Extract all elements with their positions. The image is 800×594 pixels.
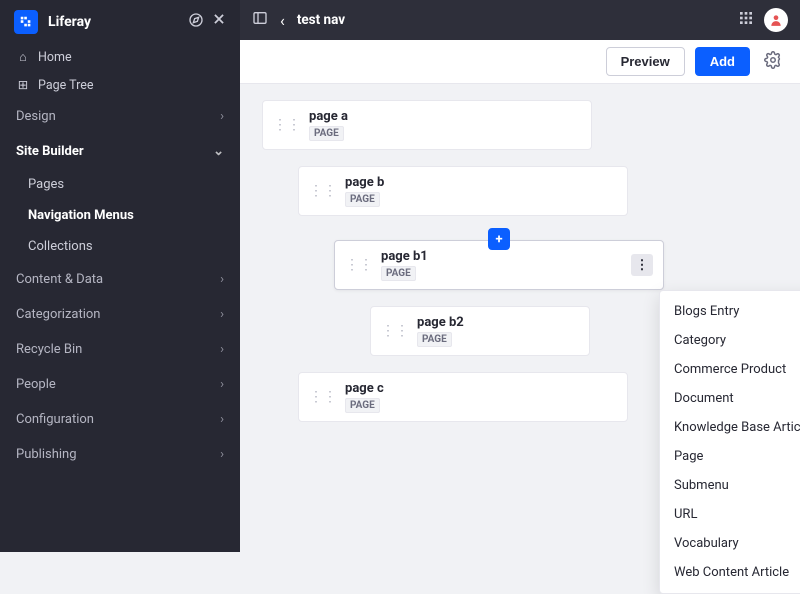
type-option-web-content-article[interactable]: Web Content Article <box>660 558 800 587</box>
section-label: Design <box>16 109 56 124</box>
node-title: page b <box>345 175 617 190</box>
sidebar-item-label: Page Tree <box>38 78 94 93</box>
sidebar-item-navigation-menus[interactable]: Navigation Menus <box>0 200 240 231</box>
section-label: Content & Data <box>16 272 103 287</box>
sidebar-item-label: Navigation Menus <box>28 208 134 223</box>
add-child-type-menu: Blogs Entry Category Commerce Product Do… <box>659 290 800 594</box>
type-option-vocabulary[interactable]: Vocabulary <box>660 529 800 558</box>
drag-handle-icon[interactable]: ⋮⋮ <box>309 184 337 198</box>
close-icon[interactable] <box>212 12 226 32</box>
brand: Liferay <box>0 0 240 44</box>
chevron-down-icon: ⌄ <box>213 144 224 159</box>
preview-button[interactable]: Preview <box>606 47 685 76</box>
drag-handle-icon[interactable]: ⋮⋮ <box>273 118 301 132</box>
nav-node-page-b2[interactable]: ⋮⋮ page b2 PAGE <box>370 306 590 356</box>
node-type-badge: PAGE <box>309 126 344 141</box>
page-title: test nav <box>297 12 345 28</box>
type-option-submenu[interactable]: Submenu <box>660 471 800 500</box>
type-option-commerce-product[interactable]: Commerce Product <box>660 355 800 384</box>
node-title: page b2 <box>417 315 579 330</box>
add-above-button[interactable]: + <box>488 228 510 250</box>
chevron-right-icon: › <box>220 342 224 357</box>
section-label: Publishing <box>16 447 77 462</box>
sidebar-section-people[interactable]: People › <box>0 367 240 402</box>
section-label: Categorization <box>16 307 101 322</box>
sidebar-item-pages[interactable]: Pages <box>0 169 240 200</box>
drag-handle-icon[interactable]: ⋮⋮ <box>381 324 409 338</box>
compass-icon[interactable] <box>188 12 204 32</box>
main: ‹ test nav Preview Add ⋮⋮ <box>240 0 800 552</box>
tree-icon: ⊞ <box>16 77 30 93</box>
nav-node-page-b[interactable]: ⋮⋮ page b PAGE <box>298 166 628 216</box>
sidebar: Liferay ⌂ Home ⊞ Page Tree Design › Site… <box>0 0 240 552</box>
type-option-knowledge-base-article[interactable]: Knowledge Base Article <box>660 413 800 442</box>
sidebar-item-home[interactable]: ⌂ Home <box>0 44 240 71</box>
node-type-badge: PAGE <box>345 192 380 207</box>
node-title: page a <box>309 109 581 124</box>
sidebar-section-publishing[interactable]: Publishing › <box>0 437 240 472</box>
sidebar-section-design[interactable]: Design › <box>0 99 240 134</box>
type-option-url[interactable]: URL <box>660 500 800 529</box>
node-type-badge: PAGE <box>381 266 416 281</box>
liferay-logo-icon <box>14 10 38 34</box>
node-title: page b1 <box>381 249 623 264</box>
chevron-right-icon: › <box>220 447 224 462</box>
sidebar-section-configuration[interactable]: Configuration › <box>0 402 240 437</box>
chevron-right-icon: › <box>220 412 224 427</box>
section-label: Site Builder <box>16 144 84 159</box>
add-button[interactable]: Add <box>695 47 750 76</box>
type-option-category[interactable]: Category <box>660 326 800 355</box>
sidebar-item-label: Home <box>38 50 72 65</box>
node-actions-button[interactable]: ⋮ <box>631 254 653 276</box>
type-option-blogs-entry[interactable]: Blogs Entry <box>660 297 800 326</box>
section-label: Configuration <box>16 412 94 427</box>
back-icon[interactable]: ‹ <box>280 11 285 30</box>
panel-toggle-icon[interactable] <box>252 10 268 30</box>
chevron-right-icon: › <box>220 377 224 392</box>
chevron-right-icon: › <box>220 307 224 322</box>
type-option-page[interactable]: Page <box>660 442 800 471</box>
topbar: ‹ test nav <box>240 0 800 40</box>
drag-handle-icon[interactable]: ⋮⋮ <box>345 258 373 272</box>
user-avatar[interactable] <box>764 8 788 32</box>
type-option-document[interactable]: Document <box>660 384 800 413</box>
sidebar-section-categorization[interactable]: Categorization › <box>0 297 240 332</box>
nav-node-page-a[interactable]: ⋮⋮ page a PAGE <box>262 100 592 150</box>
node-title: page c <box>345 381 617 396</box>
sidebar-item-collections[interactable]: Collections <box>0 231 240 262</box>
sidebar-section-site-builder[interactable]: Site Builder ⌄ <box>0 134 240 169</box>
home-icon: ⌂ <box>16 50 30 65</box>
drag-handle-icon[interactable]: ⋮⋮ <box>309 390 337 404</box>
sidebar-item-page-tree[interactable]: ⊞ Page Tree <box>0 71 240 99</box>
node-type-badge: PAGE <box>417 332 452 347</box>
node-type-badge: PAGE <box>345 398 380 413</box>
sidebar-item-label: Pages <box>28 177 64 192</box>
chevron-right-icon: › <box>220 272 224 287</box>
toolbar: Preview Add <box>240 40 800 84</box>
section-label: People <box>16 377 56 392</box>
brand-name: Liferay <box>48 14 91 30</box>
sidebar-item-label: Collections <box>28 239 93 254</box>
apps-grid-icon[interactable] <box>738 10 754 30</box>
sidebar-section-content-data[interactable]: Content & Data › <box>0 262 240 297</box>
nav-node-page-b1[interactable]: + ⋮⋮ page b1 PAGE ⋮ <box>334 240 664 290</box>
nav-node-page-c[interactable]: ⋮⋮ page c PAGE <box>298 372 628 422</box>
chevron-right-icon: › <box>220 109 224 124</box>
sidebar-section-recycle-bin[interactable]: Recycle Bin › <box>0 332 240 367</box>
section-label: Recycle Bin <box>16 342 82 357</box>
gear-icon[interactable] <box>760 47 786 77</box>
